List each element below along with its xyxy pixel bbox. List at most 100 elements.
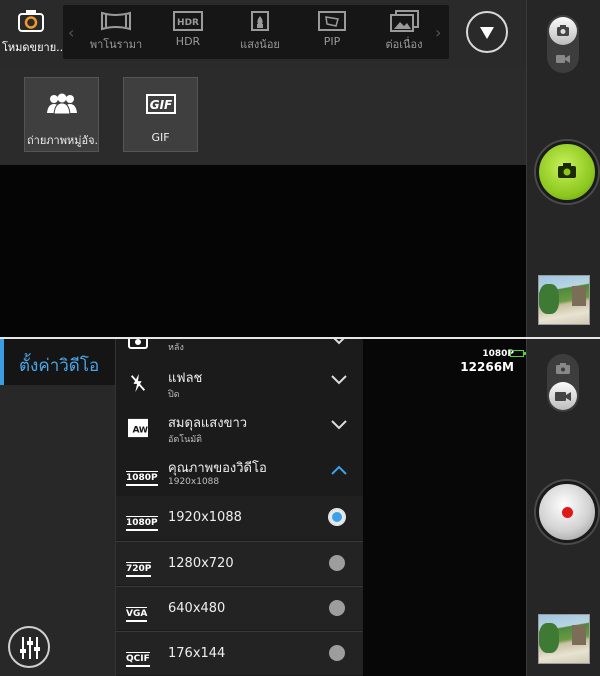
option-label: 640x480 bbox=[168, 601, 226, 616]
radio-unselected[interactable] bbox=[329, 600, 345, 616]
quality-option-1080p[interactable]: 1080P 1920x1088 bbox=[116, 496, 364, 540]
mode-pip[interactable]: PIP bbox=[300, 10, 364, 56]
camera-mode-screen: โหมดขยาย... ‹ › พาโนรามา HDR HDR แสงน้อย… bbox=[0, 0, 600, 337]
photo-video-switch[interactable] bbox=[547, 15, 579, 73]
video-camera-icon bbox=[555, 392, 571, 401]
chevron-down-icon bbox=[331, 375, 347, 385]
chevron-up-icon bbox=[331, 465, 347, 475]
camera-control-rail bbox=[526, 339, 600, 676]
video-camera-icon bbox=[556, 55, 570, 63]
quality-option-vga[interactable]: VGA 640x480 bbox=[116, 586, 364, 630]
settings-sidebar: ตั้งค่าวิดีโอ bbox=[0, 339, 115, 676]
sliders-icon bbox=[20, 637, 40, 659]
settings-button[interactable] bbox=[8, 626, 50, 668]
current-mode-button[interactable]: โหมดขยาย... bbox=[0, 0, 67, 68]
mode-low-light[interactable]: แสงน้อย bbox=[228, 10, 292, 56]
mode-label: แสงน้อย bbox=[240, 38, 280, 51]
camera-icon bbox=[558, 163, 576, 178]
setting-title: สมดุลแสงขาว bbox=[168, 416, 248, 431]
video-720p-icon: 720P bbox=[126, 556, 152, 577]
record-button[interactable] bbox=[536, 481, 598, 543]
group-icon bbox=[46, 93, 77, 115]
resolution-badge: 1080P bbox=[126, 471, 158, 486]
mode-label: ต่อเนื่อง bbox=[385, 38, 423, 51]
switch-knob bbox=[549, 382, 577, 410]
mode-label: พาโนรามา bbox=[89, 38, 143, 51]
pip-icon bbox=[318, 11, 346, 31]
svg-text:GIF: GIF bbox=[149, 98, 172, 112]
mode-bar: โหมดขยาย... ‹ › พาโนรามา HDR HDR แสงน้อย… bbox=[0, 0, 526, 68]
setting-value: 1920x1088 bbox=[168, 477, 220, 487]
tile-label: ถ่ายภาพหมู่อัจ... bbox=[27, 134, 98, 147]
mode-group-shot[interactable]: ถ่ายภาพหมู่อัจ... bbox=[24, 77, 99, 152]
mode-selector: ‹ › พาโนรามา HDR HDR แสงน้อย PIP ต่อเนื่… bbox=[63, 5, 449, 59]
chevron-left-icon[interactable]: ‹ bbox=[68, 23, 74, 42]
camera-icon bbox=[557, 25, 569, 36]
photo-video-switch[interactable] bbox=[547, 354, 579, 412]
active-tab-indicator bbox=[0, 339, 4, 385]
burst-icon bbox=[390, 10, 419, 32]
setting-title: คุณภาพของวิดีโอ bbox=[168, 461, 267, 476]
svg-text:HDR: HDR bbox=[177, 18, 199, 28]
mode-drawer: ถ่ายภาพหมู่อัจ... GIF GIF bbox=[0, 68, 526, 165]
setting-value: หลัง bbox=[168, 343, 184, 353]
triangle-down-icon bbox=[480, 27, 494, 39]
flash-off-icon bbox=[130, 373, 146, 393]
mode-gif[interactable]: GIF GIF bbox=[123, 77, 198, 152]
radio-unselected[interactable] bbox=[329, 555, 345, 571]
video-qcif-icon: QCIF bbox=[126, 646, 150, 667]
video-quality-icon: 1080P bbox=[126, 465, 158, 486]
video-1080p-icon: 1080P bbox=[126, 510, 158, 531]
shutter-button[interactable] bbox=[536, 141, 598, 203]
setting-value: ปิด bbox=[168, 390, 180, 400]
white-balance-auto-icon: AW bbox=[128, 418, 148, 438]
setting-title: แฟลช bbox=[168, 371, 203, 386]
resolution-badge: 1080P bbox=[126, 516, 158, 531]
option-label: 176x144 bbox=[168, 646, 226, 661]
resolution-badge: QCIF bbox=[126, 652, 150, 667]
quality-option-720p[interactable]: 720P 1280x720 bbox=[116, 541, 364, 585]
option-label: 1280x720 bbox=[168, 556, 234, 571]
record-dot-icon bbox=[562, 507, 573, 518]
quality-option-qcif[interactable]: QCIF 176x144 bbox=[116, 631, 364, 675]
panorama-icon bbox=[101, 11, 131, 31]
switch-knob bbox=[549, 17, 577, 45]
viewfinder[interactable] bbox=[0, 165, 526, 337]
chevron-down-icon bbox=[331, 420, 347, 430]
battery-icon bbox=[510, 350, 526, 357]
setting-video-quality[interactable]: 1080P คุณภาพของวิดีโอ 1920x1088 bbox=[116, 451, 364, 495]
settings-list: หลัง แฟลช ปิด AW สมดุลแสงขาว อัตโนมัติ 1… bbox=[115, 339, 364, 676]
setting-flash[interactable]: แฟลช ปิด bbox=[116, 361, 364, 405]
storage-remaining: 12266M bbox=[460, 360, 514, 374]
gif-icon: GIF bbox=[145, 94, 176, 114]
mode-burst[interactable]: ต่อเนื่อง bbox=[372, 10, 436, 56]
video-vga-icon: VGA bbox=[126, 601, 148, 622]
gallery-thumbnail[interactable] bbox=[538, 275, 590, 325]
radio-selected[interactable] bbox=[329, 509, 345, 525]
camera-icon bbox=[17, 9, 45, 37]
camera-control-rail bbox=[526, 0, 600, 337]
setting-white-balance[interactable]: AW สมดุลแสงขาว อัตโนมัติ bbox=[116, 406, 364, 450]
tile-label: GIF bbox=[151, 131, 170, 144]
radio-unselected[interactable] bbox=[329, 645, 345, 661]
resolution-badge: VGA bbox=[126, 607, 148, 622]
svg-text:W: W bbox=[139, 425, 148, 435]
settings-title-tab[interactable]: ตั้งค่าวิดีโอ bbox=[0, 339, 115, 385]
settings-title: ตั้งค่าวิดีโอ bbox=[19, 356, 100, 376]
mode-hdr[interactable]: HDR HDR bbox=[156, 10, 220, 56]
gallery-thumbnail[interactable] bbox=[538, 614, 590, 664]
mode-panorama[interactable]: พาโนรามา bbox=[84, 10, 148, 56]
setting-value: อัตโนมัติ bbox=[168, 435, 203, 445]
mode-label: PIP bbox=[323, 35, 341, 48]
current-mode-label: โหมดขยาย... bbox=[2, 41, 67, 54]
hdr-icon: HDR bbox=[173, 11, 203, 31]
low-light-icon bbox=[251, 11, 269, 31]
mode-label: HDR bbox=[175, 35, 201, 48]
expand-modes-button[interactable] bbox=[466, 11, 508, 53]
resolution-badge: 720P bbox=[126, 562, 152, 577]
camera-rear-icon bbox=[128, 339, 148, 349]
chevron-down-icon bbox=[333, 339, 345, 345]
camera-icon bbox=[556, 363, 570, 374]
video-settings-screen: ตั้งค่าวิดีโอ หลัง แฟลช ปิด AW สมดุลแสงข… bbox=[0, 339, 600, 676]
viewfinder[interactable]: 1080P 12266M bbox=[363, 339, 526, 676]
